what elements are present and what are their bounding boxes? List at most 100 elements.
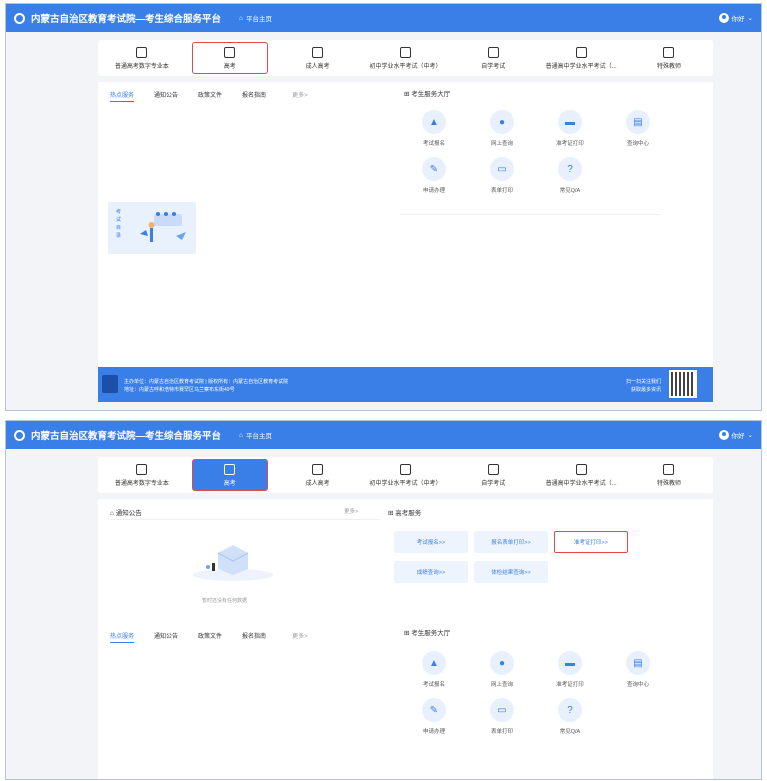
service-label: 申请办理 (422, 729, 445, 735)
service-label: 网上查询 (490, 141, 513, 147)
menu-policy[interactable]: 政策文件 (198, 631, 222, 643)
menu-policy[interactable]: 政策文件 (198, 90, 222, 102)
service-apply[interactable]: ✎ 申请办理 (400, 698, 468, 735)
quick-exam-signup[interactable]: 考试报名>> (394, 531, 468, 553)
logo-icon (14, 12, 25, 24)
service-faq[interactable]: ? 常见Q/A (536, 157, 604, 194)
form-icon: ▭ (490, 157, 514, 181)
service-admit-print[interactable]: ▬ 准考证打印 (536, 651, 604, 688)
service-online-query[interactable]: ● 网上查询 (468, 110, 536, 147)
service-label: 查询中心 (626, 682, 649, 688)
qr-caption: 扫一扫关注我们 获取最多资讯 (626, 378, 661, 394)
footer-info: 主办单位：内蒙古自治区教育考试院 | 版权所有：内蒙古自治区教育考试院 地址：内… (124, 378, 288, 394)
cap-icon: ▲ (422, 110, 446, 134)
service-faq[interactable]: ? 常见Q/A (536, 698, 604, 735)
tab-category-3[interactable]: 初中学业水平考试（中考） (367, 459, 443, 491)
tab-category-0[interactable]: 普通高考数字专业本 (104, 42, 180, 74)
tab-label: 自学考试 (481, 63, 506, 70)
more-link[interactable]: 更多> (292, 631, 308, 643)
service-form-print[interactable]: ▭ 表单打印 (468, 698, 536, 735)
menu-guide[interactable]: 报名指南 (242, 90, 266, 102)
tab-category-6[interactable]: 特殊教师 (631, 459, 707, 491)
cap-icon (663, 46, 675, 58)
user-greeting: 你好 (731, 16, 745, 23)
doc-icon (575, 46, 587, 58)
quick-form-print[interactable]: 报名表单打印>> (474, 531, 548, 553)
service-query-center[interactable]: ▤ 查询中心 (604, 110, 672, 147)
service-exam-signup[interactable]: ▲ 考试报名 (400, 651, 468, 688)
service-label: 常见Q/A (559, 188, 581, 194)
tab-category-2[interactable]: 成人高考 (280, 42, 356, 74)
user-menu[interactable]: 你好 ⌄ (718, 430, 753, 440)
tab-category-2[interactable]: 成人高考 (280, 459, 356, 491)
service-form-print[interactable]: ▭ 表单打印 (468, 157, 536, 194)
service-label: 考试报名 (422, 141, 445, 147)
menu-hot[interactable]: 热点服务 (110, 90, 135, 102)
printer-icon: ▬ (558, 110, 582, 134)
user-icon (718, 430, 729, 440)
tab-category-5[interactable]: 普通高中学业水平考试（... (543, 459, 619, 491)
graduation-icon (224, 46, 236, 58)
menu-hot[interactable]: 热点服务 (110, 631, 135, 643)
menu-guide[interactable]: 报名指南 (242, 631, 266, 643)
screenshot-1: 内蒙古自治区教育考试院—考生综合服务平台 ⌂ 平台主页 你好 ⌄ 普通高考数字专业本… (5, 3, 762, 411)
tab-category-4[interactable]: 自学考试 (455, 42, 531, 74)
tab-label: 初中学业水平考试（中考） (369, 480, 442, 487)
tab-label: 高考 (223, 480, 236, 487)
home-link[interactable]: ⌂ 平台主页 (239, 13, 272, 24)
empty-state-text: 暂时还没有任何数据 (202, 598, 248, 604)
tab-label: 特殊教师 (656, 63, 681, 70)
edit-icon (399, 46, 411, 58)
hall-title: ⊞ 考生服务大厅 (404, 88, 450, 98)
main-content: 热点服务 通知公告 政策文件 报名指南 更多> ⊞ 考生服务大厅 ▲ 考试报名 ●… (98, 82, 713, 374)
top-bar: 内蒙古自治区教育考试院—考生综合服务平台 ⌂ 平台主页 你好 ⌄ (6, 4, 761, 32)
quick-admit-print[interactable]: 准考证打印>> (554, 531, 628, 553)
home-link[interactable]: ⌂ 平台主页 (239, 430, 272, 441)
divider (110, 519, 380, 520)
service-admit-print[interactable]: ▬ 准考证打印 (536, 110, 604, 147)
cap-icon (663, 463, 675, 475)
service-apply[interactable]: ✎ 申请办理 (400, 157, 468, 194)
service-label: 申请办理 (422, 188, 445, 194)
tab-category-5[interactable]: 普通高中学业水平考试（... (543, 42, 619, 74)
tab-category-1[interactable]: 高考 (191, 42, 268, 74)
notice-more-link[interactable]: 更多> (344, 507, 358, 515)
hall-title-text: 考生服务大厅 (411, 91, 451, 98)
info-menu: 热点服务 通知公告 政策文件 报名指南 更多> (98, 623, 320, 649)
footer-line2: 地址：内蒙古呼和浩特市赛罕区乌兰察布东街49号 (124, 387, 235, 393)
user-menu[interactable]: 你好 ⌄ (718, 13, 753, 23)
pencil-icon (312, 46, 324, 58)
home-icon: ⌂ (239, 431, 243, 439)
chevron-down-icon: ⌄ (747, 15, 753, 22)
category-tabs: 普通高考数字专业本 高考 成人高考 初中学业水平考试（中考） 自学考试 普通高中… (98, 457, 713, 493)
gaokao-title-text: 高考服务 (395, 510, 422, 517)
menu-notice[interactable]: 通知公告 (154, 90, 178, 102)
quick-score-query[interactable]: 成绩查询>> (394, 561, 468, 583)
tab-label: 特殊教师 (656, 480, 681, 487)
more-link[interactable]: 更多> (292, 90, 308, 102)
tab-category-3[interactable]: 初中学业水平考试（中考） (367, 42, 443, 74)
book-icon (136, 46, 148, 58)
main-content: ⌂ 通知公告 更多> ⊞ 高考服务 暂时还没有任何数据 考试报名>> 报名表单打… (98, 499, 713, 779)
service-exam-signup[interactable]: ▲ 考试报名 (400, 110, 468, 147)
tab-category-0[interactable]: 普通高考数字专业本 (104, 459, 180, 491)
doc-icon (575, 463, 587, 475)
service-label: 表单打印 (490, 188, 513, 194)
home-link-label: 平台主页 (245, 433, 272, 440)
menu-notice[interactable]: 通知公告 (154, 631, 178, 643)
edit-icon: ✎ (422, 157, 446, 181)
service-label: 查询中心 (626, 141, 649, 147)
tab-category-6[interactable]: 特殊教师 (631, 42, 707, 74)
user-greeting: 你好 (731, 433, 745, 440)
user-icon (718, 13, 729, 23)
service-query-center[interactable]: ▤ 查询中心 (604, 651, 672, 688)
service-online-query[interactable]: ● 网上查询 (468, 651, 536, 688)
footer: 主办单位：内蒙古自治区教育考试院 | 版权所有：内蒙古自治区教育考试院 地址：内… (98, 367, 713, 402)
tab-category-4[interactable]: 自学考试 (455, 459, 531, 491)
tab-category-1[interactable]: 高考 (191, 459, 268, 491)
quick-physical-query[interactable]: 体检结果查询>> (474, 561, 548, 583)
tab-label: 普通高考数字专业本 (114, 480, 169, 487)
service-label: 常见Q/A (559, 729, 581, 735)
exam-catalog-banner[interactable]: 考 试 目 录 (108, 202, 196, 254)
calendar-illustration (140, 212, 186, 242)
